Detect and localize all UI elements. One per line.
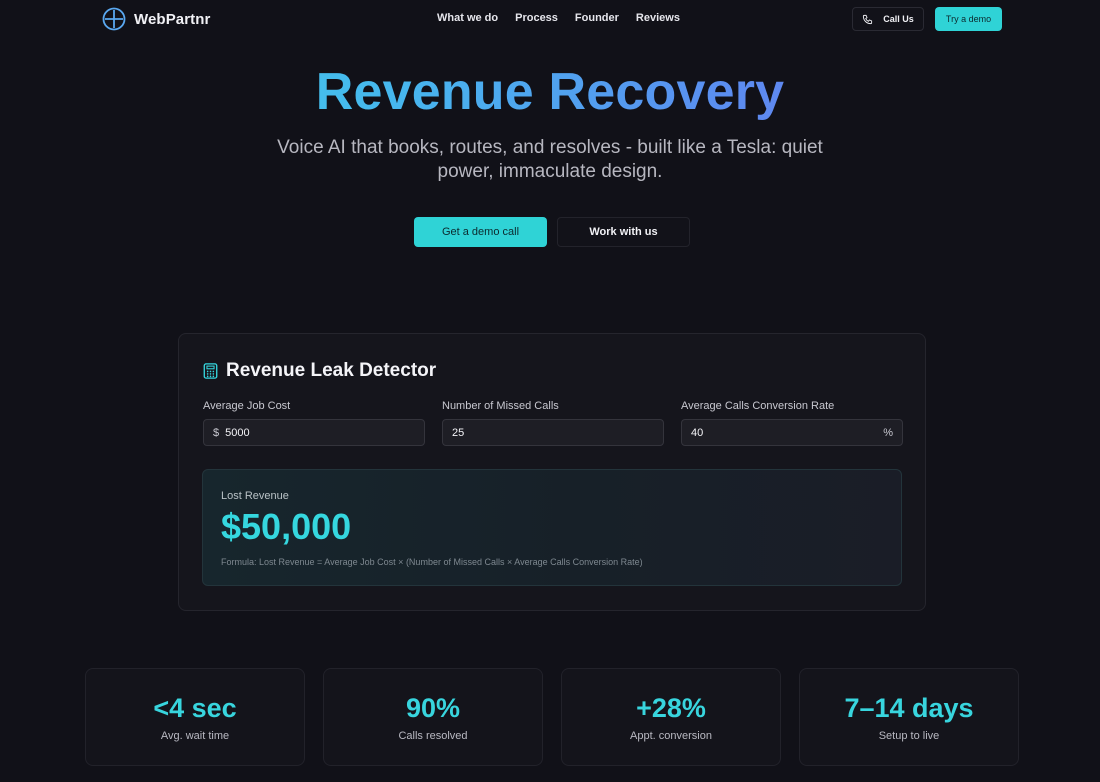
- stat-card-setup-time: 7–14 days Setup to live: [799, 668, 1019, 766]
- average-job-cost-input-box[interactable]: $: [203, 419, 425, 446]
- landing-page: WebPartnr What we do Process Founder Rev…: [0, 0, 1100, 782]
- stat-card-appt-conversion: +28% Appt. conversion: [561, 668, 781, 766]
- calculator-icon: [203, 363, 218, 379]
- formula-text: Formula: Lost Revenue = Average Job Cost…: [221, 557, 643, 567]
- call-us-button[interactable]: Call Us: [852, 7, 924, 31]
- crosshair-circle-icon: [102, 7, 126, 31]
- stat-label: Calls resolved: [398, 730, 468, 742]
- missed-calls-input-box[interactable]: [442, 419, 664, 446]
- missed-calls-field: Number of Missed Calls: [442, 400, 664, 446]
- lost-revenue-panel: Lost Revenue $50,000 Formula: Lost Reven…: [202, 469, 902, 586]
- conversion-rate-field: Average Calls Conversion Rate %: [681, 400, 903, 446]
- nav-links: What we do Process Founder Reviews: [437, 12, 680, 24]
- work-with-us-button[interactable]: Work with us: [557, 217, 690, 247]
- brand-name: WebPartnr: [134, 10, 211, 28]
- hero-subtitle: Voice AI that books, routes, and resolve…: [277, 137, 823, 182]
- lost-revenue-label: Lost Revenue: [221, 490, 289, 502]
- stat-value: 90%: [405, 693, 461, 723]
- nav-link-founder[interactable]: Founder: [575, 12, 619, 24]
- stat-label: Appt. conversion: [630, 730, 712, 742]
- conversion-rate-input[interactable]: [691, 426, 878, 439]
- average-job-cost-field: Average Job Cost $: [203, 400, 425, 446]
- stat-label: Avg. wait time: [160, 730, 230, 742]
- stat-value: <4 sec: [153, 693, 237, 723]
- try-demo-button[interactable]: Try a demo: [935, 7, 1002, 31]
- average-job-cost-input[interactable]: [225, 426, 415, 439]
- currency-prefix: $: [213, 426, 220, 439]
- lost-revenue-value: $50,000: [221, 506, 352, 547]
- nav-link-reviews[interactable]: Reviews: [636, 12, 680, 24]
- field-label: Average Job Cost: [203, 400, 291, 412]
- call-us-label: Call Us: [883, 14, 914, 24]
- get-demo-call-button[interactable]: Get a demo call: [414, 217, 547, 247]
- card-title: Revenue Leak Detector: [203, 360, 436, 382]
- stat-label: Setup to live: [878, 730, 940, 742]
- missed-calls-input[interactable]: [452, 426, 654, 439]
- phone-icon: [863, 14, 873, 24]
- stat-card-wait-time: <4 sec Avg. wait time: [85, 668, 305, 766]
- stat-value: +28%: [636, 693, 706, 723]
- revenue-leak-detector-card: Revenue Leak Detector Average Job Cost $…: [178, 333, 926, 611]
- brand[interactable]: WebPartnr: [102, 7, 210, 31]
- field-label: Average Calls Conversion Rate: [681, 400, 835, 412]
- stat-card-calls-resolved: 90% Calls resolved: [323, 668, 543, 766]
- nav-link-process[interactable]: Process: [515, 12, 558, 24]
- conversion-rate-input-box[interactable]: %: [681, 419, 903, 446]
- stat-value: 7–14 days: [844, 693, 974, 723]
- hero-title: Revenue Recovery: [0, 62, 1100, 122]
- top-nav: WebPartnr What we do Process Founder Rev…: [0, 0, 1100, 38]
- percent-suffix: %: [883, 426, 893, 439]
- card-title-text: Revenue Leak Detector: [226, 360, 437, 381]
- nav-link-what-we-do[interactable]: What we do: [437, 12, 498, 24]
- field-label: Number of Missed Calls: [442, 400, 559, 412]
